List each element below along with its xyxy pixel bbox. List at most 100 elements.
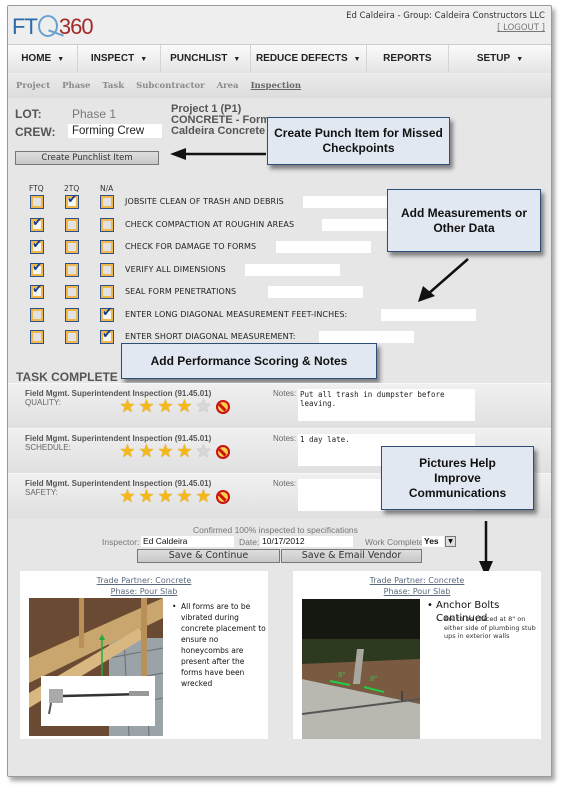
date-field[interactable]: 10/17/2012 [260, 536, 353, 547]
inspection-photo-slide-1[interactable]: Trade Partner: Concrete Phase: Pour Slab… [20, 571, 268, 739]
checkpoint-label: SEAL FORM PENETRATIONS [125, 287, 237, 296]
star-icon[interactable]: ★ [118, 398, 137, 416]
checkbox-2tq[interactable] [65, 330, 79, 344]
checkbox-ftq[interactable]: ✔ [30, 215, 44, 232]
score-row: Field Mgmt. Superintendent Inspection (9… [8, 383, 551, 428]
checkbox-2tq[interactable] [65, 285, 79, 299]
caret-down-icon: ▼ [516, 56, 524, 63]
ftq360-logo[interactable]: FT 360 [12, 14, 94, 40]
score-category: SCHEDULE: [25, 443, 71, 452]
checkpoint-label: JOBSITE CLEAN OF TRASH AND DEBRIS [125, 197, 284, 206]
notes-textarea[interactable]: Put all trash in dumpster before leaving… [298, 389, 475, 421]
nav-reports[interactable]: REPORTS [367, 45, 449, 73]
star-icon[interactable]: ★ [118, 488, 137, 506]
score-category: QUALITY: [25, 398, 62, 407]
inspection-photo-slide-2[interactable]: Trade Partner: Concrete Phase: Pour Slab… [293, 571, 541, 739]
save-email-vendor-button[interactable]: Save & Email Vendor [281, 549, 422, 563]
subnav-inspection[interactable]: Inspection [251, 81, 301, 91]
photo-measure-label: 8" [338, 671, 346, 679]
checkbox-ftq[interactable] [30, 307, 44, 322]
caret-down-icon: ▼ [140, 56, 148, 63]
checkbox-na[interactable]: ✔ [100, 305, 114, 322]
caret-down-icon: ▼ [353, 56, 361, 63]
crew-field[interactable]: Forming Crew [68, 124, 162, 138]
checkbox-ftq[interactable]: ✔ [30, 283, 44, 299]
checkbox-2tq[interactable]: ✔ [65, 193, 79, 209]
checkbox-na[interactable] [100, 262, 114, 277]
checkbox-na[interactable] [100, 285, 114, 299]
clear-rating-icon[interactable] [216, 490, 230, 504]
star-icon[interactable]: ★ [137, 443, 156, 461]
star-icon[interactable]: ★ [194, 443, 213, 461]
subnav-phase[interactable]: Phase [62, 81, 90, 91]
logout-link[interactable]: [ LOGOUT ] [346, 22, 545, 34]
checkmark-icon: ✔ [102, 327, 113, 342]
checkpoint-value-input[interactable] [381, 308, 476, 321]
nav-punchlist[interactable]: PUNCHLIST ▼ [161, 45, 251, 73]
slide-sub-bullet-text: Are to be placed at 8" on either side of… [444, 615, 536, 640]
star-icon[interactable]: ★ [194, 398, 213, 416]
lot-value: Phase 1 [72, 107, 117, 121]
checkpoint-value-input[interactable] [245, 263, 340, 276]
col-ftq: FTQ [29, 184, 44, 193]
nav-inspect-label: INSPECT [90, 53, 135, 64]
star-icon[interactable]: ★ [175, 398, 194, 416]
star-rating[interactable]: ★ ★ ★ ★ ★ [118, 398, 230, 416]
slide-phase: Phase: Pour Slab [383, 587, 451, 596]
nav-home[interactable]: HOME ▼ [8, 45, 79, 73]
checkbox-2tq[interactable] [65, 262, 79, 277]
star-icon[interactable]: ★ [156, 398, 175, 416]
checkpoint-value-input[interactable] [319, 331, 414, 343]
notes-label: Notes: [273, 479, 297, 488]
star-icon[interactable]: ★ [137, 398, 156, 416]
inspector-field[interactable]: Ed Caldeira [141, 536, 234, 547]
create-punchlist-item-button[interactable]: Create Punchlist Item [15, 151, 159, 165]
arrow-down-icon [479, 521, 493, 577]
checkbox-ftq[interactable] [30, 195, 44, 209]
checkbox-ftq[interactable]: ✔ [30, 260, 44, 277]
slide-sub-bullet: - Are to be placed at 8" on either side … [437, 615, 541, 641]
subnav-task[interactable]: Task [102, 81, 124, 91]
clear-rating-icon[interactable] [216, 400, 230, 414]
clear-rating-icon[interactable] [216, 445, 230, 459]
callout-measurements: Add Measurements or Other Data [387, 189, 541, 252]
checkpoint-value-input[interactable] [303, 196, 398, 208]
star-icon[interactable]: ★ [118, 443, 137, 461]
checkbox-ftq[interactable]: ✔ [30, 238, 44, 254]
star-icon[interactable]: ★ [175, 488, 194, 506]
checkbox-na[interactable] [100, 240, 114, 254]
subnav-project[interactable]: Project [16, 81, 50, 91]
dropdown-arrow-icon[interactable]: ▼ [445, 536, 456, 547]
checkbox-na[interactable] [100, 195, 114, 209]
checkpoint-label: VERIFY ALL DIMENSIONS [125, 264, 226, 274]
star-icon[interactable]: ★ [156, 488, 175, 506]
work-complete-select[interactable]: Yes [422, 536, 444, 547]
star-rating[interactable]: ★ ★ ★ ★ ★ [118, 443, 230, 461]
star-icon[interactable]: ★ [156, 443, 175, 461]
arrow-down-left-icon [418, 258, 469, 302]
checkbox-2tq[interactable] [65, 217, 79, 232]
main-nav: HOME ▼ INSPECT ▼ PUNCHLIST ▼ REDUCE DEFECTS… [8, 44, 551, 74]
checkbox-2tq[interactable] [65, 307, 79, 322]
lot-label: LOT: [15, 107, 42, 121]
checkpoint-value-input[interactable] [276, 241, 371, 253]
checkpoint-label: CHECK COMPACTION AT ROUGHIN AREAS [125, 219, 295, 229]
checkbox-ftq[interactable] [30, 330, 44, 344]
nav-punchlist-label: PUNCHLIST [170, 53, 228, 64]
star-rating[interactable]: ★ ★ ★ ★ ★ [118, 488, 230, 506]
checkbox-na[interactable] [100, 217, 114, 232]
star-icon[interactable]: ★ [194, 488, 213, 506]
checkbox-2tq[interactable] [65, 240, 79, 254]
nav-reduce-defects[interactable]: REDUCE DEFECTS ▼ [251, 45, 367, 73]
nav-inspect[interactable]: INSPECT ▼ [78, 45, 161, 73]
subnav-subcontractor[interactable]: Subcontractor [136, 81, 204, 91]
checkbox-na[interactable]: ✔ [100, 327, 114, 344]
checkpoint-label: CHECK FOR DAMAGE TO FORMS [125, 242, 257, 251]
checkpoint-value-input[interactable] [268, 286, 363, 298]
nav-setup[interactable]: SETUP ▼ [449, 45, 551, 73]
star-icon[interactable]: ★ [175, 443, 194, 461]
subnav-area[interactable]: Area [217, 81, 239, 91]
save-continue-button[interactable]: Save & Continue [137, 549, 280, 563]
slide-trade-partner: Trade Partner: Concrete [369, 576, 465, 585]
star-icon[interactable]: ★ [137, 488, 156, 506]
